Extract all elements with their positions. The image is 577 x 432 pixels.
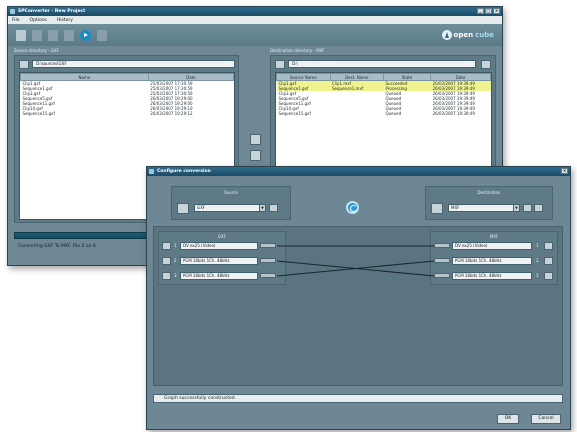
- close-button[interactable]: ×: [493, 8, 500, 14]
- destination-path-field[interactable]: D:\: [288, 60, 476, 68]
- app-icon: [10, 9, 15, 14]
- menubar: File Options History: [8, 16, 502, 24]
- play-icon[interactable]: [80, 29, 91, 41]
- connect-icon[interactable]: [346, 201, 359, 214]
- dialog-status-box: Graph successfully constructed.: [153, 394, 563, 403]
- dialog-window-controls: ×: [561, 168, 568, 174]
- dest-col-date[interactable]: Date: [430, 73, 491, 81]
- destination-format-group: Destination MXF ▼: [425, 186, 553, 220]
- open-cube-logo: open cube: [441, 30, 494, 40]
- dialog-titlebar: Configure conversion ×: [147, 167, 570, 176]
- menu-file[interactable]: File: [12, 18, 20, 23]
- configure-conversion-dialog: Configure conversion × Source GXF ▼ Dest…: [146, 166, 571, 430]
- destination-format-settings-button[interactable]: [523, 204, 532, 212]
- dialog-status-text: Graph successfully constructed.: [164, 396, 237, 401]
- source-path-field[interactable]: D:\sources\GXF: [32, 60, 235, 68]
- new-file-icon[interactable]: [16, 29, 26, 41]
- menu-options[interactable]: Options: [30, 18, 47, 23]
- source-table: Name Date Clip1.gxf 25/03/2007 17:30:59 S…: [20, 73, 235, 116]
- source-format-group: Source GXF ▼: [171, 186, 291, 220]
- open-folder-icon[interactable]: [32, 29, 42, 41]
- clear-destination-button[interactable]: [481, 60, 491, 69]
- source-col-date[interactable]: Date: [147, 73, 235, 81]
- source-format-settings-button[interactable]: [269, 204, 278, 212]
- ok-button[interactable]: OK: [497, 414, 519, 424]
- source-panel-label: Source directory - GXF: [14, 48, 60, 53]
- remove-from-queue-button[interactable]: [250, 150, 261, 161]
- dest-col-state[interactable]: State: [382, 73, 432, 81]
- dialog-icon: [149, 169, 154, 174]
- cube-logo-icon: [441, 30, 452, 40]
- save-icon[interactable]: [48, 29, 58, 41]
- chevron-down-icon: ▼: [513, 205, 519, 211]
- toolbar: open cube: [8, 24, 502, 46]
- destination-panel-label: Destination directory - MXF: [270, 48, 325, 53]
- main-status-text: Converting GXF To MXF. File 2 on 6.: [18, 244, 98, 249]
- window-controls: _ □ ×: [477, 8, 500, 14]
- stream-connections: [276, 245, 435, 277]
- minimize-button[interactable]: _: [477, 8, 484, 14]
- cancel-button[interactable]: Cancel: [531, 414, 561, 424]
- main-window-title: SPConverter - New Project: [18, 9, 86, 14]
- destination-format-select[interactable]: MXF ▼: [448, 204, 520, 212]
- destination-browse-button[interactable]: [275, 60, 285, 69]
- dialog-body: Source GXF ▼ Destination MXF ▼ GXF MXF 1…: [147, 176, 570, 429]
- main-titlebar: SPConverter - New Project _ □ ×: [8, 7, 502, 16]
- dialog-close-button[interactable]: ×: [561, 168, 568, 174]
- destination-format-label: Destination: [477, 190, 501, 195]
- stop-icon[interactable]: [97, 29, 107, 41]
- destination-format-icon: [431, 203, 443, 214]
- destination-table: Source Name Dest. Name State Date Clip1.…: [276, 73, 491, 116]
- menu-history[interactable]: History: [57, 18, 73, 23]
- chevron-down-icon: ▼: [259, 205, 265, 211]
- dest-col-source-name[interactable]: Source Name: [276, 73, 331, 81]
- table-row[interactable]: Sequence15.gxf Queued 26/03/2007 19:39:49: [277, 111, 491, 116]
- source-col-name[interactable]: Name: [20, 73, 149, 81]
- dialog-title: Configure conversion: [157, 169, 211, 174]
- source-format-select[interactable]: GXF ▼: [194, 204, 266, 212]
- settings-icon[interactable]: [64, 29, 74, 41]
- stream-routing-canvas: GXF MXF 1 DV ex25 (Video) 2 PCM 16bits 1…: [153, 226, 563, 386]
- dest-col-dest-name[interactable]: Dest. Name: [329, 73, 384, 81]
- source-browse-button[interactable]: [19, 60, 29, 69]
- add-to-queue-button[interactable]: [250, 134, 261, 145]
- source-format-icon: [177, 203, 189, 214]
- table-row[interactable]: Sequence15.gxf 26/03/2007 19:29:12: [21, 111, 234, 116]
- source-format-label: Source: [224, 190, 238, 195]
- destination-format-options-button[interactable]: [534, 204, 543, 212]
- maximize-button[interactable]: □: [485, 8, 492, 14]
